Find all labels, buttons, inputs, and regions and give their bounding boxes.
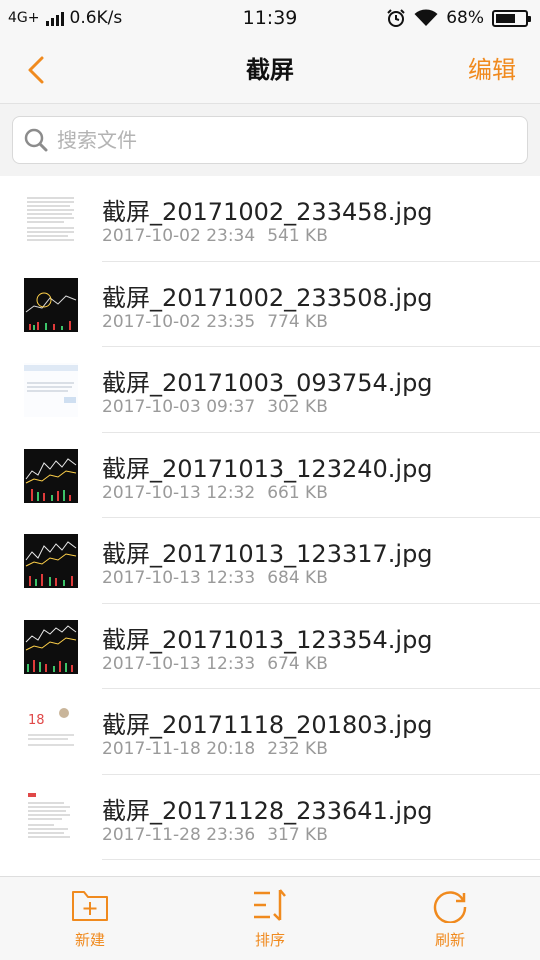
file-date: 2017-10-13 12:32	[102, 482, 256, 503]
file-name: 截屏_20171118_201803.jpg	[102, 711, 433, 739]
file-size: 232 KB	[267, 739, 328, 759]
list-item[interactable]: 18 截屏_20171118_201803.jpg 2017-11-18 20:…	[0, 689, 540, 775]
file-date: 2017-11-28 23:36	[102, 824, 256, 845]
battery-icon	[492, 9, 531, 27]
file-date: 2017-10-02 23:35	[102, 311, 256, 332]
bottom-toolbar: 新建 排序 刷新	[0, 876, 540, 960]
file-name: 截屏_20171013_123240.jpg	[102, 454, 433, 483]
file-thumbnail	[24, 363, 78, 417]
list-item[interactable]	[0, 860, 540, 876]
nav-bar: 截屏 编辑	[0, 36, 540, 104]
list-item[interactable]: 截屏_20171013_123240.jpg 2017-10-13 12:32 6…	[0, 433, 540, 518]
new-folder-icon	[72, 891, 108, 921]
file-date: 2017-11-18 20:18	[102, 739, 256, 759]
file-date: 2017-10-03 09:37	[102, 397, 256, 417]
refresh-icon	[433, 891, 467, 924]
file-name: 截屏_20171002_233458.jpg	[102, 198, 433, 226]
file-meta: 2017-10-02 23:34 541 KB	[102, 226, 328, 246]
battery-percent: 68%	[446, 8, 484, 28]
list-item[interactable]: 截屏_20171013_123354.jpg 2017-10-13 12:33 6…	[0, 604, 540, 689]
file-thumbnail	[24, 277, 78, 332]
file-name: 截屏_20171128_233641.jpg	[102, 796, 433, 825]
file-size: 774 KB	[267, 311, 328, 332]
file-size: 317 KB	[267, 824, 328, 845]
file-thumbnail	[24, 448, 78, 503]
file-size: 684 KB	[267, 568, 328, 588]
file-meta: 2017-10-03 09:37 302 KB	[102, 397, 328, 417]
file-thumbnail	[24, 619, 78, 674]
alarm-icon	[387, 9, 405, 27]
new-folder-button[interactable]: 新建	[30, 887, 150, 957]
search-icon	[24, 128, 48, 152]
list-item[interactable]: 截屏_20171003_093754.jpg 2017-10-03 09:37 3…	[0, 347, 540, 433]
file-thumbnail: 18	[24, 705, 78, 759]
file-meta: 2017-10-13 12:33 674 KB	[102, 654, 328, 674]
edit-button[interactable]: 编辑	[468, 36, 516, 104]
thumbnail-day: 18	[28, 713, 45, 728]
file-date: 2017-10-13 12:33	[102, 653, 256, 674]
file-size: 541 KB	[267, 226, 328, 246]
file-size: 674 KB	[267, 653, 328, 674]
page-title: 截屏	[246, 56, 294, 84]
file-thumbnail	[24, 192, 78, 246]
file-name: 截屏_20171002_233508.jpg	[102, 283, 433, 312]
search-box[interactable]	[12, 116, 528, 164]
file-list: 截屏_20171002_233458.jpg 2017-10-02 23:34 5…	[0, 176, 540, 876]
file-meta: 2017-10-02 23:35 774 KB	[102, 312, 328, 332]
sort-label: 排序	[254, 931, 285, 949]
refresh-label: 刷新	[434, 931, 465, 949]
status-bar: 4G+ 0.6K/s 11:39 68%	[0, 0, 540, 36]
file-name: 截屏_20171013_123317.jpg	[102, 540, 433, 568]
file-size: 302 KB	[267, 397, 328, 417]
search-area	[0, 104, 540, 176]
wifi-icon	[414, 9, 438, 26]
file-date: 2017-10-02 23:34	[102, 226, 256, 246]
status-right: 68%	[386, 8, 531, 28]
list-item[interactable]: 截屏_20171002_233508.jpg 2017-10-02 23:35 7…	[0, 262, 540, 347]
refresh-button[interactable]: 刷新	[390, 887, 510, 957]
file-meta: 2017-10-13 12:32 661 KB	[102, 483, 328, 503]
file-meta: 2017-10-13 12:33 684 KB	[102, 568, 328, 588]
file-name: 截屏_20171003_093754.jpg	[102, 369, 433, 397]
file-date: 2017-10-13 12:33	[102, 568, 256, 588]
list-item[interactable]: 截屏_20171128_233641.jpg 2017-11-28 23:36 3…	[0, 775, 540, 860]
list-item[interactable]: 截屏_20171013_123317.jpg 2017-10-13 12:33 6…	[0, 518, 540, 604]
search-input[interactable]	[57, 128, 497, 152]
battery-fill	[496, 13, 515, 23]
file-thumbnail	[24, 534, 78, 588]
new-folder-label: 新建	[74, 931, 105, 949]
sort-icon	[254, 889, 286, 921]
file-meta: 2017-11-28 23:36 317 KB	[102, 825, 328, 845]
file-size: 661 KB	[267, 482, 328, 503]
file-name: 截屏_20171013_123354.jpg	[102, 625, 433, 654]
sort-button[interactable]: 排序	[210, 887, 330, 957]
file-thumbnail	[24, 790, 78, 845]
file-meta: 2017-11-18 20:18 232 KB	[102, 739, 328, 759]
list-item[interactable]: 截屏_20171002_233458.jpg 2017-10-02 23:34 5…	[0, 176, 540, 262]
